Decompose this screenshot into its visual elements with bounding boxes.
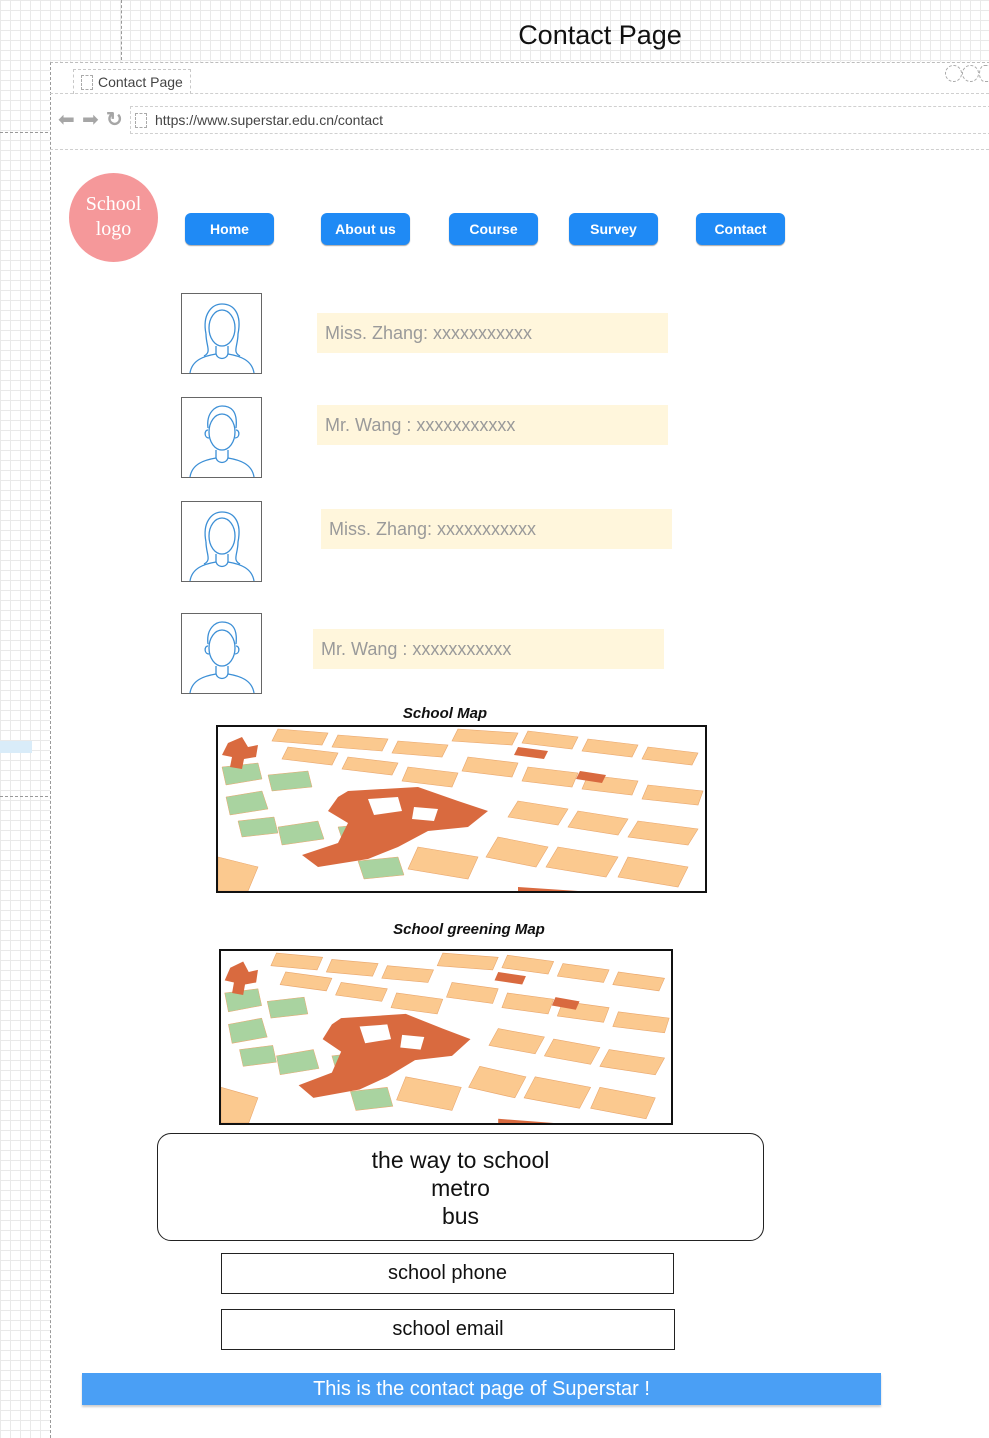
school-map-image[interactable] [216, 725, 707, 893]
way-metro: metro [431, 1175, 490, 1201]
nav-survey-button[interactable]: Survey [569, 213, 658, 245]
female-avatar-icon [181, 293, 262, 374]
page-icon [135, 113, 147, 128]
guide-line [0, 132, 48, 133]
guide-line [0, 796, 48, 797]
contact-entry: Miss. Zhang: xxxxxxxxxxx [321, 509, 672, 549]
nav-course-button[interactable]: Course [449, 213, 538, 245]
window-circle-icon[interactable] [979, 65, 989, 82]
nav-home-button[interactable]: Home [185, 213, 274, 245]
page-title: Contact Page [518, 20, 682, 50]
way-to-school-box: the way to school metro bus [157, 1133, 764, 1241]
browser-tab[interactable]: Contact Page [73, 69, 191, 94]
female-avatar-icon [181, 501, 262, 582]
guide-marker [0, 741, 32, 753]
contact-entry: Mr. Wang : xxxxxxxxxxx [317, 405, 668, 445]
greening-map-caption: School greening Map [393, 921, 545, 938]
tab-divider [50, 93, 989, 94]
url-text: https://www.superstar.edu.cn/contact [155, 112, 384, 128]
school-logo[interactable]: School logo [69, 173, 158, 262]
forward-arrow-icon[interactable]: ➡ [82, 110, 99, 130]
male-avatar-icon [181, 613, 262, 694]
male-avatar-icon [181, 397, 262, 478]
school-map-caption: School Map [402, 705, 488, 722]
window-circle-icon[interactable] [962, 65, 979, 82]
nav-contact-button[interactable]: Contact [696, 213, 785, 245]
tab-title: Contact Page [98, 74, 183, 90]
nav-about-button[interactable]: About us [321, 213, 410, 245]
school-phone-box: school phone [221, 1253, 674, 1294]
school-email-box: school email [221, 1309, 675, 1350]
toolbar-divider [50, 149, 989, 150]
way-title: the way to school [371, 1147, 550, 1173]
page-icon [81, 75, 93, 90]
reload-icon[interactable]: ↻ [106, 110, 123, 130]
way-bus: bus [441, 1203, 480, 1229]
greening-map-image[interactable] [219, 949, 673, 1125]
back-arrow-icon[interactable]: ⬅ [58, 110, 75, 130]
window-circle-icon[interactable] [945, 65, 962, 82]
contact-entry: Mr. Wang : xxxxxxxxxxx [313, 629, 664, 669]
footer-banner: This is the contact page of Superstar ! [82, 1373, 881, 1405]
address-bar[interactable]: https://www.superstar.edu.cn/contact [130, 106, 989, 134]
contact-entry: Miss. Zhang: xxxxxxxxxxx [317, 313, 668, 353]
